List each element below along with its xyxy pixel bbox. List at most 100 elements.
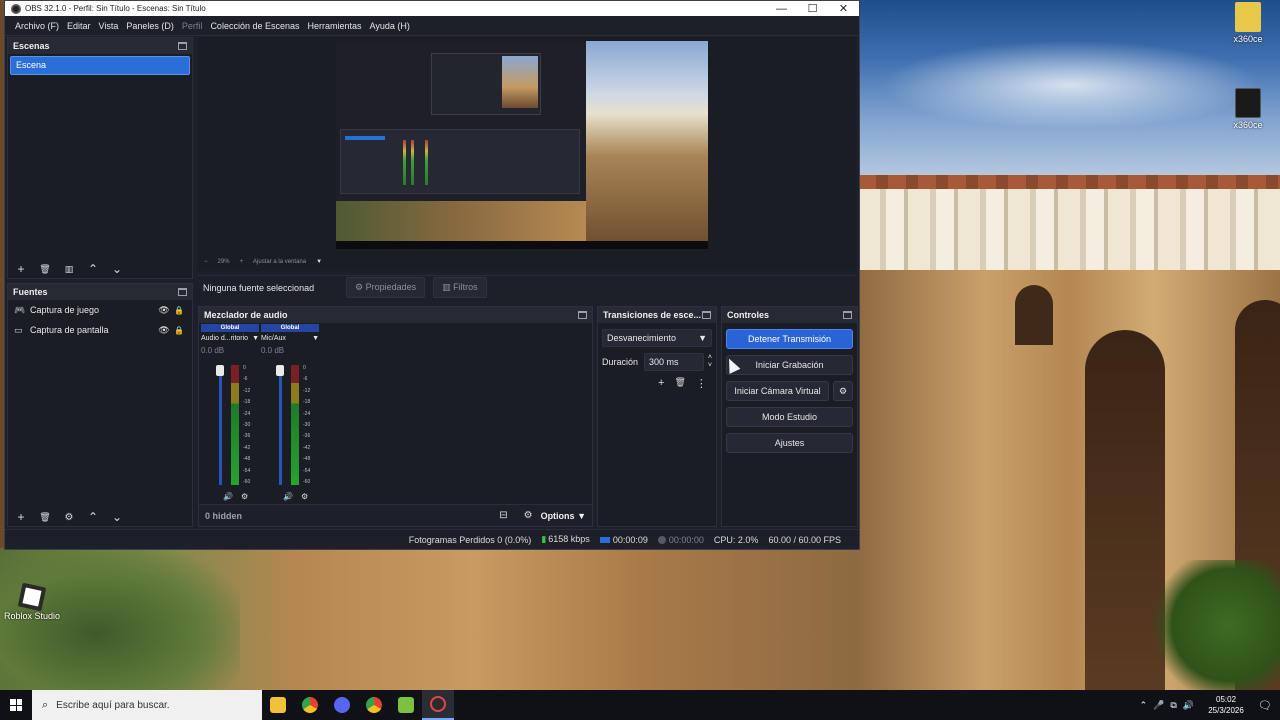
vu-meter xyxy=(231,365,239,485)
move-source-up-button[interactable]: ⌃ xyxy=(86,510,100,524)
add-source-button[interactable]: + xyxy=(14,510,28,524)
desktop-icon-x360ce[interactable]: x360ce xyxy=(1218,2,1278,44)
chevron-down-icon[interactable]: ▼ xyxy=(316,259,322,265)
minimize-button[interactable]: — xyxy=(766,3,797,15)
dropped-frames: Fotogramas Perdidos 0 (0.0%) xyxy=(408,534,532,545)
taskbar-android-studio[interactable] xyxy=(390,690,422,720)
close-button[interactable]: ✕ xyxy=(828,2,859,15)
speaker-icon[interactable]: 🔊 xyxy=(283,492,293,501)
microphone-icon[interactable]: 🎤 xyxy=(1153,700,1164,711)
visibility-eye-icon[interactable]: 👁 xyxy=(156,305,172,316)
taskbar-chrome[interactable] xyxy=(294,690,326,720)
taskbar-clock[interactable]: 05:02 25/3/2026 xyxy=(1200,694,1252,716)
chrome-icon xyxy=(302,697,318,713)
taskbar-chrome-profile[interactable] xyxy=(358,690,390,720)
tick: 0 xyxy=(303,365,306,371)
no-source-label: Ninguna fuente seleccionad xyxy=(203,282,315,293)
remove-scene-button[interactable]: 🗑 xyxy=(38,264,52,275)
menu-edit[interactable]: Editar xyxy=(63,21,95,31)
source-properties-button[interactable]: ⚙ xyxy=(62,512,76,523)
global-badge: Global xyxy=(261,324,319,332)
advanced-audio-icon[interactable]: ⚙ xyxy=(524,510,533,521)
settings-button[interactable]: Ajustes xyxy=(726,433,853,453)
desktop-icon-x360ce-exe[interactable]: x360ce xyxy=(1218,88,1278,130)
properties-button[interactable]: ⚙ Propiedades xyxy=(346,277,426,298)
channel-settings-icon[interactable]: ⚙ xyxy=(241,492,248,501)
taskbar-file-explorer[interactable] xyxy=(262,690,294,720)
tick: -30 xyxy=(243,421,251,428)
zip-folder-icon xyxy=(1235,2,1261,32)
fit-to-window-button[interactable]: Ajustar a la ventana xyxy=(253,259,306,265)
menu-tools[interactable]: Herramientas xyxy=(304,21,366,31)
transition-select[interactable]: Desvanecimiento ▼ xyxy=(602,329,712,347)
menu-docks[interactable]: Paneles (D) xyxy=(122,21,178,31)
scene-item[interactable]: Escena xyxy=(10,56,190,75)
add-scene-button[interactable]: + xyxy=(14,262,28,276)
preview-canvas[interactable] xyxy=(336,41,708,249)
volume-fader-track[interactable] xyxy=(279,365,282,485)
visibility-eye-icon[interactable]: 👁 xyxy=(156,325,172,336)
taskbar-search[interactable]: ⌕ Escribe aquí para buscar. xyxy=(32,690,262,720)
title-bar[interactable]: OBS 32.1.0 - Perfil: Sin Título - Escena… xyxy=(5,1,859,16)
notification-icon[interactable]: 🗨 xyxy=(1258,699,1272,712)
chevron-down-icon[interactable]: ▼ xyxy=(252,335,259,342)
remove-source-button[interactable]: 🗑 xyxy=(38,512,52,523)
studio-mode-button[interactable]: Modo Estudio xyxy=(726,407,853,427)
source-item-screen-capture[interactable]: ▭ Captura de pantalla 👁 🔒 xyxy=(8,320,192,340)
channel-name[interactable]: Mic/Aux ▼ xyxy=(261,335,319,342)
filters-button[interactable]: ▥ Filtros xyxy=(433,277,487,298)
add-transition-button[interactable]: + xyxy=(658,377,664,390)
undock-icon[interactable] xyxy=(843,311,852,319)
duration-input[interactable]: 300 ms xyxy=(644,353,704,371)
start-recording-button[interactable]: Iniciar Grabación xyxy=(726,355,853,375)
channel-settings-icon[interactable]: ⚙ xyxy=(301,492,308,501)
start-button[interactable] xyxy=(0,690,32,720)
remove-transition-button[interactable]: 🗑 xyxy=(674,377,685,390)
channel-name[interactable]: Audio d...ritorio ▼ xyxy=(201,335,259,342)
move-source-down-button[interactable]: ⌄ xyxy=(110,510,124,524)
start-virtual-camera-button[interactable]: Iniciar Cámara Virtual xyxy=(726,381,829,401)
virtual-camera-settings-button[interactable]: ⚙ xyxy=(833,381,853,401)
virtual-cam-row: Iniciar Cámara Virtual ⚙ xyxy=(726,381,853,401)
lock-icon[interactable]: 🔒 xyxy=(172,306,186,315)
preview-zoom-bar: − 29% + Ajustar a la ventana ▼ xyxy=(204,259,322,265)
move-scene-up-button[interactable]: ⌃ xyxy=(86,262,100,276)
undock-icon[interactable] xyxy=(578,311,587,319)
options-button[interactable]: Options ▼ xyxy=(541,511,586,521)
taskbar-obs[interactable] xyxy=(422,690,454,720)
zoom-in-button[interactable]: + xyxy=(240,259,244,265)
taskbar-discord[interactable] xyxy=(326,690,358,720)
menu-file[interactable]: Archivo (F) xyxy=(11,21,63,31)
volume-icon[interactable]: 🔊 xyxy=(1183,700,1194,711)
menu-help[interactable]: Ayuda (H) xyxy=(366,21,414,31)
tray-overflow-icon[interactable]: ⌃ xyxy=(1140,700,1148,711)
transition-menu-icon[interactable]: ⋮ xyxy=(696,377,707,390)
lock-icon[interactable]: 🔒 xyxy=(172,326,186,335)
zoom-out-button[interactable]: − xyxy=(204,259,208,265)
network-icon[interactable]: ⧉ xyxy=(1170,700,1176,711)
undock-icon[interactable] xyxy=(178,288,187,296)
undock-icon[interactable] xyxy=(702,311,711,319)
options-label: Options xyxy=(540,510,575,521)
vu-meter xyxy=(291,365,299,485)
cpu-usage: CPU: 2.0% xyxy=(713,534,759,545)
source-item-game-capture[interactable]: 🎮 Captura de juego 👁 🔒 xyxy=(8,300,192,320)
menu-profile[interactable]: Perfil xyxy=(178,21,207,31)
scene-filters-button[interactable]: ▥ xyxy=(62,264,76,275)
undock-icon[interactable] xyxy=(178,42,187,50)
menu-scene-collection[interactable]: Colección de Escenas xyxy=(206,21,303,31)
sources-dock: Fuentes 🎮 Captura de juego 👁 🔒 ▭ Captura… xyxy=(7,283,193,527)
volume-fader-track[interactable] xyxy=(219,365,222,485)
maximize-button[interactable]: ☐ xyxy=(797,2,828,15)
status-bar: Fotogramas Perdidos 0 (0.0%) ▮ 6158 kbps … xyxy=(5,529,859,549)
menu-view[interactable]: Vista xyxy=(95,21,123,31)
speaker-icon[interactable]: 🔊 xyxy=(223,492,233,501)
volume-fader-handle[interactable] xyxy=(276,365,284,376)
move-scene-down-button[interactable]: ⌄ xyxy=(110,262,124,276)
volume-fader-handle[interactable] xyxy=(216,365,224,376)
chevron-down-icon[interactable]: ▼ xyxy=(312,335,319,342)
desktop-icon-roblox-studio[interactable]: Roblox Studio xyxy=(2,582,62,621)
duration-stepper-icon[interactable]: ˄ ˅ xyxy=(708,354,712,370)
layout-toggle-icon[interactable]: ⊟ xyxy=(499,510,507,521)
stop-streaming-button[interactable]: Detener Transmisión xyxy=(726,329,853,349)
